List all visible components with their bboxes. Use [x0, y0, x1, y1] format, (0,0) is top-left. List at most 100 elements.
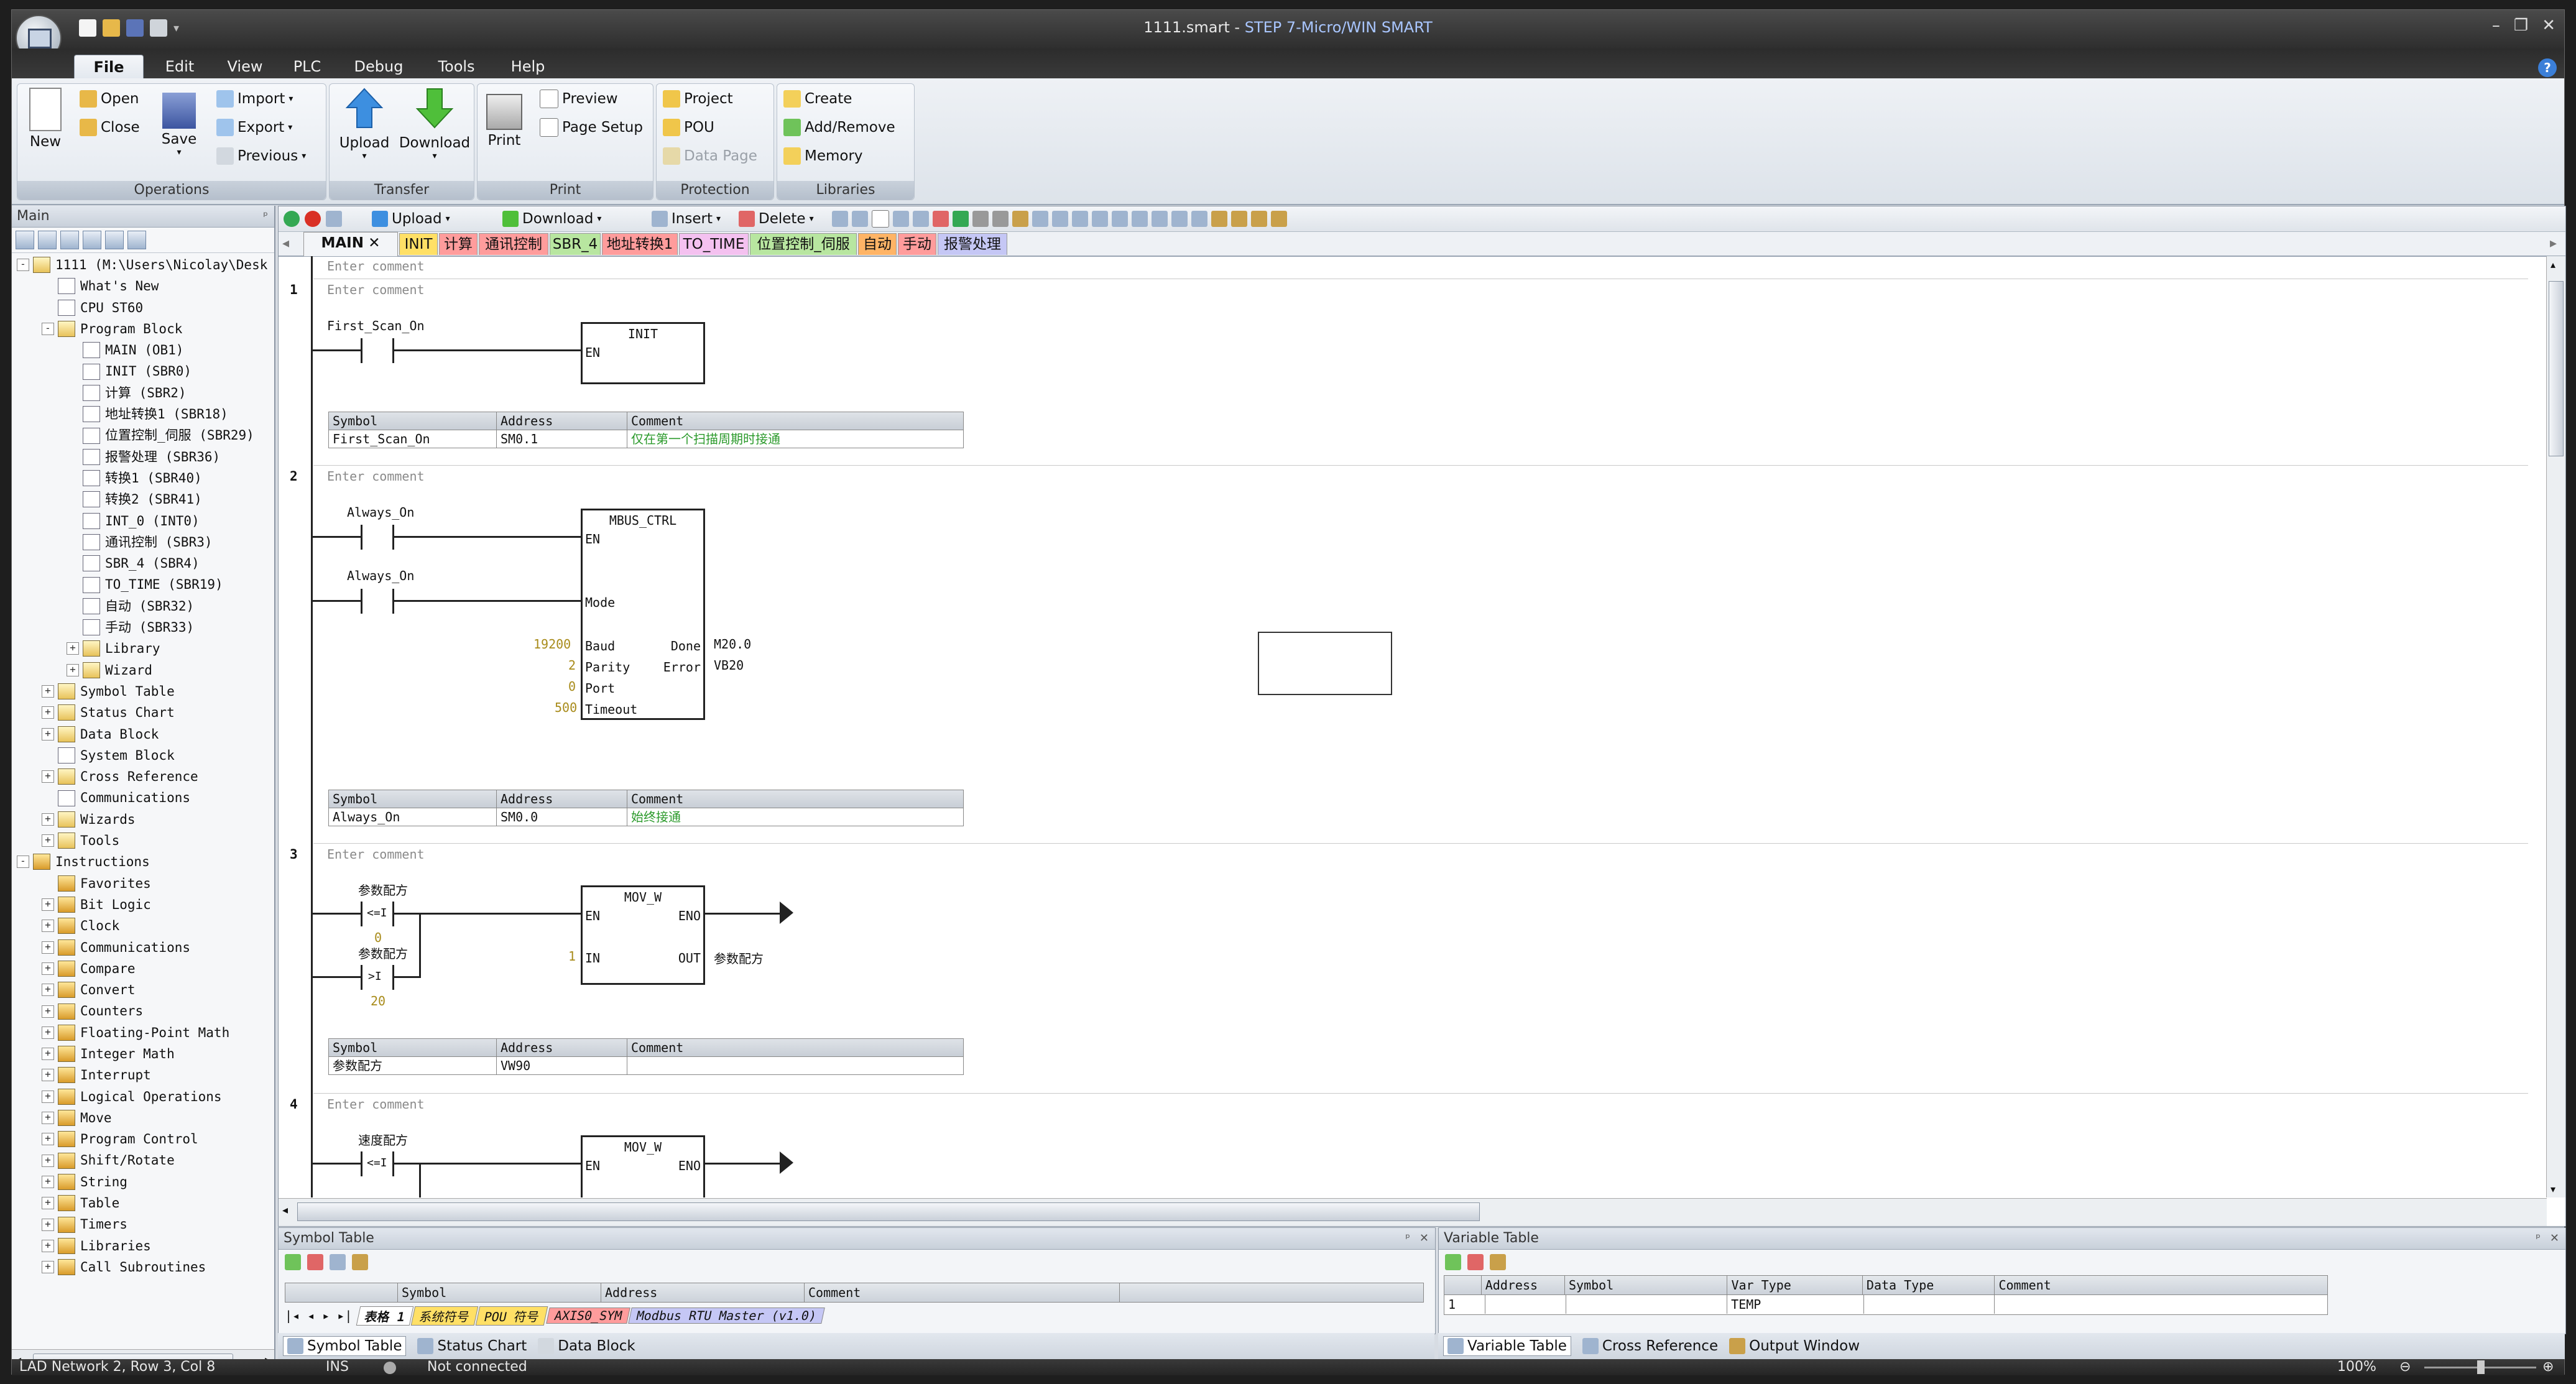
create-library-button[interactable]: Create	[783, 86, 852, 111]
expand-icon[interactable]: +	[42, 1197, 54, 1210]
symbol-cell[interactable]	[1566, 1295, 1728, 1314]
tree-tool-icon[interactable]	[60, 231, 79, 249]
mov-w-box[interactable]: MOV_W EN ENO IN OUT	[581, 885, 705, 985]
compare-contact[interactable]: <=I	[361, 902, 394, 926]
expand-icon[interactable]: +	[42, 1175, 54, 1188]
pin-icon[interactable]: ᵖ	[2536, 1228, 2541, 1249]
compare-contact[interactable]: <=I	[361, 1151, 394, 1176]
close-icon[interactable]: ✕	[2550, 1228, 2559, 1249]
pin-icon[interactable]: ᵖ	[263, 206, 268, 227]
tab-debug[interactable]: Debug	[341, 55, 416, 78]
sort-icon[interactable]	[352, 1254, 368, 1270]
expand-icon[interactable]: +	[42, 1069, 54, 1082]
tree-item[interactable]: + Counters	[12, 1000, 274, 1022]
tabs-scroll-left-icon[interactable]: ◂	[282, 236, 289, 251]
tree-item[interactable]: + Status Chart	[12, 702, 274, 723]
expand-icon[interactable]: +	[42, 685, 54, 698]
tree-item[interactable]: 转换1 (SBR40)	[12, 468, 274, 489]
project-protect-button[interactable]: Project	[663, 86, 733, 111]
collapse-icon[interactable]: -	[42, 323, 54, 336]
expand-icon[interactable]: +	[42, 1090, 54, 1103]
sheet-tab[interactable]: 系统符号	[411, 1306, 479, 1326]
scroll-up-icon[interactable]: ▴	[2551, 259, 2555, 270]
tree-item[interactable]: + Move	[12, 1107, 274, 1128]
page-setup-button[interactable]: Page Setup	[540, 115, 643, 140]
expand-icon[interactable]: +	[42, 770, 54, 783]
tree-item[interactable]: + Table	[12, 1193, 274, 1214]
run-icon[interactable]	[284, 208, 300, 230]
zoom-slider-thumb[interactable]	[2477, 1360, 2485, 1374]
toolbar-icon-strip[interactable]	[832, 208, 1287, 230]
variable-table-grid[interactable]: Address Symbol Var Type Data Type Commen…	[1444, 1275, 2328, 1315]
minimize-button[interactable]: –	[2492, 16, 2500, 35]
pou-tab[interactable]: 地址转换1	[602, 233, 678, 255]
tree-item[interactable]: 转换2 (SBR41)	[12, 489, 274, 510]
scroll-thumb[interactable]	[297, 1202, 1480, 1221]
close-project-button[interactable]: Close	[80, 115, 140, 140]
table-icon[interactable]	[330, 1254, 346, 1270]
tree-item[interactable]: + Program Control	[12, 1128, 274, 1150]
expand-icon[interactable]: +	[42, 727, 54, 740]
export-button[interactable]: Export ▾	[216, 115, 292, 140]
table-row[interactable]: 1 TEMP	[1444, 1295, 2327, 1314]
network-comment[interactable]: Enter comment	[327, 847, 425, 862]
tree-item[interactable]: + Symbol Table	[12, 681, 274, 702]
tree-item[interactable]: TO_TIME (SBR19)	[12, 574, 274, 595]
expand-icon[interactable]: +	[42, 1154, 54, 1167]
tree-item[interactable]: + Compare	[12, 958, 274, 979]
expand-icon[interactable]: +	[42, 1026, 54, 1039]
toolbar-download-button[interactable]: Download ▾	[502, 208, 601, 230]
tree-item[interactable]: INIT (SBR0)	[12, 361, 274, 382]
close-tab-icon[interactable]: ✕	[364, 235, 380, 251]
sort-icon[interactable]	[1490, 1254, 1506, 1270]
tree-item[interactable]: + Convert	[12, 979, 274, 1000]
tab-edit[interactable]: Edit	[149, 55, 211, 78]
tab-symbol-table[interactable]: Symbol Table	[283, 1336, 407, 1356]
tree-item[interactable]: SBR_4 (SBR4)	[12, 553, 274, 574]
tree-item[interactable]: + Call Subroutines	[12, 1257, 274, 1278]
tree-tool-icon[interactable]	[16, 231, 34, 249]
compare-contact[interactable]: >I	[361, 965, 394, 990]
var-type-cell[interactable]: TEMP	[1727, 1295, 1865, 1314]
compare-value[interactable]: 20	[371, 994, 385, 1008]
expand-icon[interactable]: +	[42, 834, 54, 847]
no-contact[interactable]	[361, 589, 394, 614]
tree-tool-icon[interactable]	[127, 231, 146, 249]
toolbar-delete-button[interactable]: Delete ▾	[739, 208, 814, 230]
pou-tab[interactable]: 位置控制_伺服	[750, 233, 857, 255]
expand-icon[interactable]: +	[42, 962, 54, 975]
network-comment[interactable]: Enter comment	[327, 282, 425, 297]
init-call-box[interactable]: INIT EN	[581, 322, 705, 384]
close-button[interactable]: ✕	[2542, 16, 2555, 35]
expand-icon[interactable]: +	[42, 920, 54, 933]
print-button[interactable]: Print	[482, 88, 526, 149]
close-icon[interactable]: ✕	[1420, 1228, 1429, 1249]
expand-icon[interactable]: +	[42, 1005, 54, 1018]
collapse-icon[interactable]: -	[17, 259, 29, 272]
tree-item[interactable]: + Tools	[12, 830, 274, 851]
tree-item[interactable]: + Shift/Rotate	[12, 1150, 274, 1171]
tree-tool-icon[interactable]	[105, 231, 124, 249]
tree-item[interactable]: + Bit Logic	[12, 894, 274, 915]
expand-icon[interactable]: +	[42, 1048, 54, 1061]
timeout-value[interactable]: 500	[555, 700, 577, 715]
pou-tab[interactable]: 自动	[858, 233, 897, 255]
sheet-tab[interactable]: AXIS0_SYM	[545, 1308, 630, 1324]
upload-button[interactable]: Upload ▾	[333, 88, 395, 161]
tree-item[interactable]: + Wizard	[12, 660, 274, 681]
help-icon[interactable]: ?	[2538, 58, 2557, 77]
sheet-tab[interactable]: Modbus RTU Master (v1.0)	[628, 1308, 825, 1324]
restore-button[interactable]: ❐	[2514, 16, 2528, 35]
sheet-tab[interactable]: POU 符号	[476, 1306, 548, 1326]
save-button[interactable]: Save ▾	[160, 88, 198, 157]
pou-tab[interactable]: TO_TIME	[679, 233, 749, 255]
tree-item[interactable]: + Data Block	[12, 724, 274, 745]
sheet-nav-icons[interactable]: |◂ ◂ ▸ ▸|	[285, 1308, 352, 1323]
tree-item[interactable]: Communications	[12, 787, 274, 808]
tree-item[interactable]: 手动 (SBR33)	[12, 617, 274, 638]
in-value[interactable]: 1	[568, 949, 576, 964]
parity-value[interactable]: 2	[568, 658, 576, 673]
port-value[interactable]: 0	[568, 679, 576, 694]
zoom-out-icon[interactable]: ⊖	[2399, 1359, 2411, 1375]
tree-item[interactable]: + Cross Reference	[12, 766, 274, 787]
